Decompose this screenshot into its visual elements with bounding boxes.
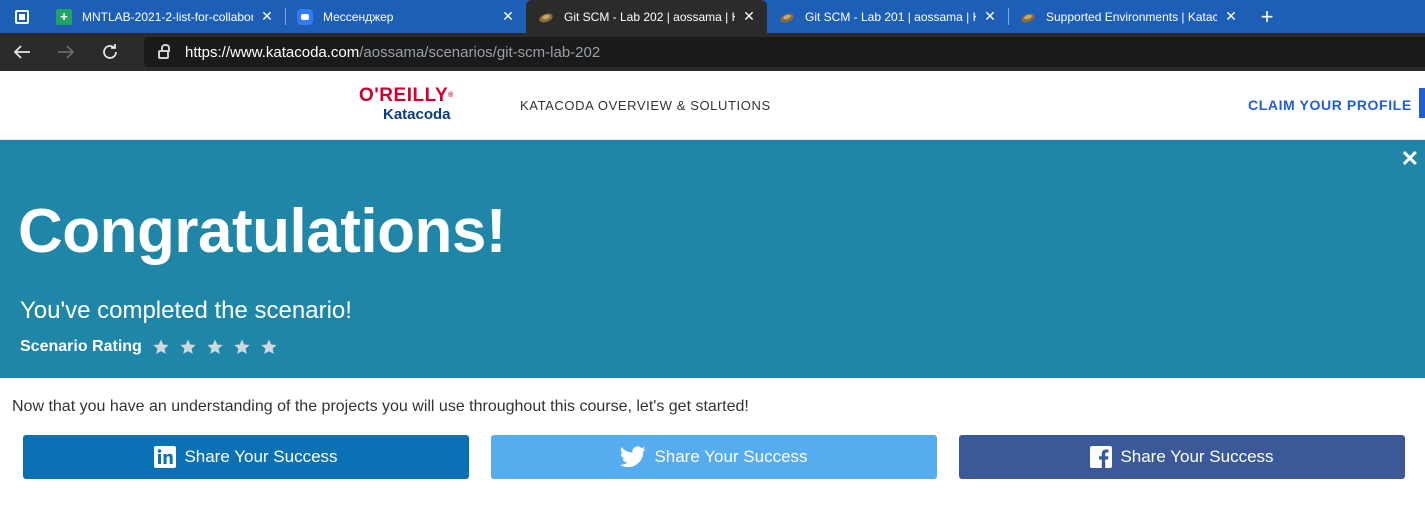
close-tab-icon[interactable]: ✕ xyxy=(741,8,757,25)
tab-title: Git SCM - Lab 201 | aossama | Katacoda xyxy=(805,9,976,24)
close-tab-icon[interactable]: ✕ xyxy=(500,8,516,25)
tab-title: Git SCM - Lab 202 | aossama | Katacoda xyxy=(564,9,735,24)
oreilly-katacoda-logo[interactable]: O'REILLY® Katacoda xyxy=(359,85,471,123)
arrow-right-icon xyxy=(58,45,75,59)
star-icon[interactable] xyxy=(152,338,170,356)
browser-tab[interactable]: Supported Environments | Katacoda ✕ xyxy=(1008,0,1249,33)
facebook-icon xyxy=(1090,446,1113,468)
browser-tab[interactable]: Git SCM - Lab 201 | aossama | Katacoda ✕ xyxy=(767,0,1008,33)
reload-button[interactable] xyxy=(88,33,132,71)
linkedin-icon xyxy=(154,446,177,468)
tab-title: MNTLAB-2021-2-list-for-collaboration xyxy=(82,9,253,24)
back-button[interactable] xyxy=(0,33,44,71)
url-scheme: https:// xyxy=(185,43,231,61)
browser-tab-strip: + MNTLAB-2021-2-list-for-collaboration ✕… xyxy=(0,0,1425,33)
share-label: Share Your Success xyxy=(654,447,808,466)
url-host: www.katacoda.com xyxy=(230,43,360,61)
browser-toolbar: https://www.katacoda.com/aossama/scenari… xyxy=(0,33,1425,71)
logo-oreilly-text: O'REILLY® xyxy=(359,85,454,106)
close-tab-icon[interactable]: ✕ xyxy=(259,8,275,25)
banner-subheading: You've completed the scenario! xyxy=(20,297,352,324)
logo-katacoda-text: Katacoda xyxy=(383,106,451,123)
url-path: /aossama/scenarios/git-scm-lab-202 xyxy=(359,43,601,61)
katacoda-icon xyxy=(1020,9,1036,25)
reload-icon xyxy=(103,44,117,59)
share-label: Share Your Success xyxy=(184,447,338,466)
close-tab-icon[interactable]: ✕ xyxy=(982,8,998,25)
star-icon[interactable] xyxy=(233,338,251,356)
share-twitter-button[interactable]: Share Your Success xyxy=(491,435,937,479)
katacoda-icon xyxy=(538,9,554,25)
katacoda-icon xyxy=(779,9,795,25)
arrow-left-icon xyxy=(13,45,30,59)
close-icon[interactable]: ✕ xyxy=(1401,146,1419,172)
nav-overview-link[interactable]: KATACODA OVERVIEW & SOLUTIONS xyxy=(520,98,771,113)
forward-button[interactable] xyxy=(44,33,88,71)
banner-heading: Congratulations! xyxy=(18,197,506,266)
new-tab-button[interactable]: + xyxy=(1249,0,1285,33)
lock-icon xyxy=(158,43,170,59)
tab-actions-button[interactable] xyxy=(0,0,44,33)
messenger-icon xyxy=(297,8,313,25)
star-icon[interactable] xyxy=(260,338,278,356)
share-facebook-button[interactable]: Share Your Success xyxy=(959,435,1405,479)
header-edge-button[interactable] xyxy=(1419,88,1425,118)
twitter-icon xyxy=(620,446,647,468)
share-linkedin-button[interactable]: Share Your Success xyxy=(23,435,469,479)
completion-message: Now that you have an understanding of th… xyxy=(12,398,749,415)
address-bar[interactable]: https://www.katacoda.com/aossama/scenari… xyxy=(144,37,1425,67)
close-tab-icon[interactable]: ✕ xyxy=(1223,8,1239,25)
sheets-icon: + xyxy=(56,8,72,25)
star-icon[interactable] xyxy=(206,338,224,356)
browser-tab[interactable]: + MNTLAB-2021-2-list-for-collaboration ✕ xyxy=(44,0,285,33)
completion-banner: ✕ Congratulations! You've completed the … xyxy=(0,140,1425,378)
claim-profile-link[interactable]: CLAIM YOUR PROFILE xyxy=(1248,97,1412,113)
browser-tab[interactable]: Мессенджер ✕ xyxy=(285,0,526,33)
browser-tab-active[interactable]: Git SCM - Lab 202 | aossama | Katacoda ✕ xyxy=(526,0,767,33)
plus-icon: + xyxy=(1260,3,1274,29)
tab-title: Supported Environments | Katacoda xyxy=(1046,9,1217,24)
scenario-rating: Scenario Rating xyxy=(20,338,287,356)
tab-actions-icon xyxy=(15,9,29,24)
share-label: Share Your Success xyxy=(1120,447,1274,466)
tab-title: Мессенджер xyxy=(323,9,394,24)
site-header: O'REILLY® Katacoda KATACODA OVERVIEW & S… xyxy=(0,71,1425,140)
star-icon[interactable] xyxy=(179,338,197,356)
rating-label: Scenario Rating xyxy=(20,338,142,355)
